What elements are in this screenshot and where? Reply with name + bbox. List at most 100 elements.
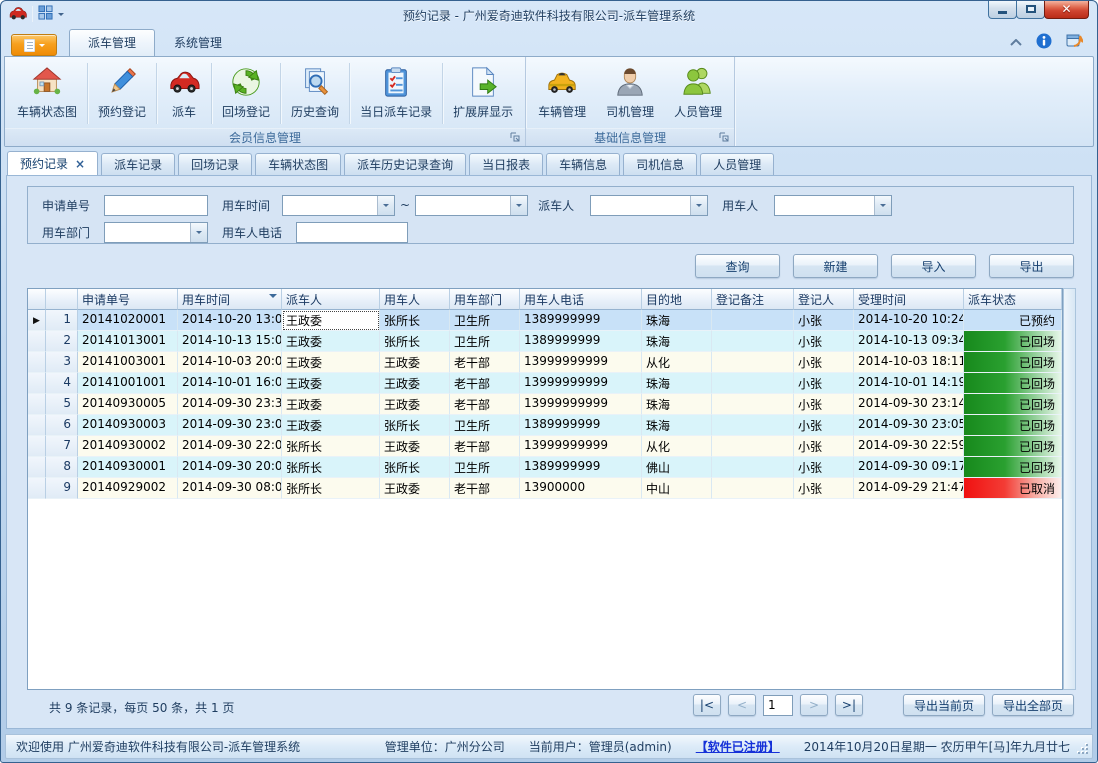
table-cell[interactable]: 小张 xyxy=(794,457,854,478)
table-cell[interactable]: 2014-09-30 20:00 xyxy=(178,457,282,478)
table-cell[interactable] xyxy=(712,310,794,331)
ribbon-button[interactable]: 司机管理 xyxy=(596,59,664,128)
column-header[interactable]: 用车部门 xyxy=(450,289,520,310)
table-cell[interactable]: 珠海 xyxy=(642,373,712,394)
table-cell[interactable]: 小张 xyxy=(794,415,854,436)
table-cell[interactable]: 已取消 xyxy=(964,478,1062,499)
table-row[interactable]: 5201409300052014-09-30 23:30王政委王政委老干部139… xyxy=(28,394,1062,415)
new-button[interactable]: 新建 xyxy=(793,254,878,278)
table-cell[interactable] xyxy=(712,457,794,478)
chevron-down-icon[interactable] xyxy=(377,196,394,215)
table-cell[interactable]: 20140930001 xyxy=(78,457,178,478)
dispatcher-combo[interactable] xyxy=(590,195,708,216)
last-page-button[interactable]: >| xyxy=(835,694,863,716)
column-header[interactable]: 申请单号 xyxy=(78,289,178,310)
table-cell[interactable]: 张所长 xyxy=(380,331,450,352)
table-cell[interactable]: 张所长 xyxy=(282,478,380,499)
export-button[interactable]: 导出 xyxy=(989,254,1074,278)
column-header[interactable]: 派车人 xyxy=(282,289,380,310)
table-cell[interactable]: 已回场 xyxy=(964,352,1062,373)
license-registered-link[interactable]: 【软件已注册】 xyxy=(696,738,780,755)
table-cell[interactable]: 王政委 xyxy=(380,478,450,499)
table-row[interactable]: 2201410130012014-10-13 15:00王政委张所长卫生所138… xyxy=(28,331,1062,352)
table-cell[interactable]: 王政委 xyxy=(282,394,380,415)
table-cell[interactable]: 2014-10-13 09:34 xyxy=(854,331,964,352)
row-selector-cell[interactable] xyxy=(28,331,46,352)
document-tab-1[interactable]: 预约记录× xyxy=(7,151,98,175)
table-cell[interactable]: 2014-10-01 14:19 xyxy=(854,373,964,394)
ribbon-tab-2[interactable]: 系统管理 xyxy=(155,29,241,56)
table-row[interactable]: 9201409290022014-09-30 08:00张所长王政委老干部139… xyxy=(28,478,1062,499)
first-page-button[interactable]: |< xyxy=(693,694,721,716)
table-cell[interactable]: 2014-10-13 15:00 xyxy=(178,331,282,352)
table-cell[interactable]: 小张 xyxy=(794,394,854,415)
chevron-down-icon[interactable] xyxy=(874,196,891,215)
table-cell[interactable]: 王政委 xyxy=(380,394,450,415)
table-cell[interactable]: 张所长 xyxy=(380,310,450,331)
document-tab-6[interactable]: 当日报表 xyxy=(469,153,543,175)
application-menu-button[interactable] xyxy=(11,34,57,56)
table-cell[interactable]: 张所长 xyxy=(380,415,450,436)
ribbon-button[interactable]: 回场登记 xyxy=(212,59,280,128)
table-cell[interactable]: 小张 xyxy=(794,478,854,499)
column-header[interactable]: 目的地 xyxy=(642,289,712,310)
table-cell[interactable]: 小张 xyxy=(794,436,854,457)
column-header[interactable]: 受理时间 xyxy=(854,289,964,310)
table-cell[interactable]: 2014-09-30 23:14 xyxy=(854,394,964,415)
document-tab-3[interactable]: 回场记录 xyxy=(178,153,252,175)
table-cell[interactable]: 从化 xyxy=(642,436,712,457)
department-combo[interactable] xyxy=(104,222,208,243)
table-row[interactable]: 8201409300012014-09-30 20:00张所长张所长卫生所138… xyxy=(28,457,1062,478)
table-cell[interactable]: 佛山 xyxy=(642,457,712,478)
ribbon-button[interactable]: 扩展屏显示 xyxy=(443,59,523,128)
table-cell[interactable]: 2014-10-20 10:24 xyxy=(854,310,964,331)
table-cell[interactable]: 王政委 xyxy=(282,415,380,436)
table-cell[interactable]: 2014-09-30 09:17 xyxy=(854,457,964,478)
table-cell[interactable]: 老干部 xyxy=(450,373,520,394)
column-filter-arrow-icon[interactable] xyxy=(269,294,277,302)
document-tab-2[interactable]: 派车记录 xyxy=(101,153,175,175)
export-current-page-button[interactable]: 导出当前页 xyxy=(903,694,985,716)
table-cell[interactable]: 珠海 xyxy=(642,394,712,415)
table-cell[interactable]: 中山 xyxy=(642,478,712,499)
row-selector-cell[interactable] xyxy=(28,478,46,499)
table-cell[interactable]: 已回场 xyxy=(964,373,1062,394)
table-cell[interactable]: 2014-09-30 23:30 xyxy=(178,394,282,415)
table-cell[interactable]: 13999999999 xyxy=(520,373,642,394)
ribbon-button[interactable]: 车辆管理 xyxy=(528,59,596,128)
table-cell[interactable]: 老干部 xyxy=(450,352,520,373)
table-cell[interactable] xyxy=(712,478,794,499)
table-cell[interactable]: 王政委 xyxy=(282,352,380,373)
document-tab-9[interactable]: 人员管理 xyxy=(700,153,774,175)
info-icon[interactable] xyxy=(1036,33,1052,52)
table-cell[interactable]: 卫生所 xyxy=(450,310,520,331)
table-cell[interactable]: 已回场 xyxy=(964,415,1062,436)
table-cell[interactable]: 张所长 xyxy=(282,457,380,478)
table-cell[interactable]: 20140930005 xyxy=(78,394,178,415)
table-cell[interactable]: 珠海 xyxy=(642,331,712,352)
table-cell[interactable]: 珠海 xyxy=(642,415,712,436)
table-cell[interactable]: 老干部 xyxy=(450,478,520,499)
table-cell[interactable]: 已回场 xyxy=(964,394,1062,415)
vertical-scrollbar[interactable] xyxy=(1063,288,1076,690)
export-all-pages-button[interactable]: 导出全部页 xyxy=(992,694,1074,716)
table-cell[interactable] xyxy=(712,394,794,415)
table-cell[interactable]: 2014-09-30 23:00 xyxy=(178,415,282,436)
table-cell[interactable] xyxy=(712,373,794,394)
table-cell[interactable]: 王政委 xyxy=(380,436,450,457)
ribbon-button[interactable]: 派车 xyxy=(157,59,211,128)
table-cell[interactable]: 小张 xyxy=(794,352,854,373)
chevron-down-icon[interactable] xyxy=(510,196,527,215)
row-selector-cell[interactable] xyxy=(28,457,46,478)
close-button[interactable]: ✕ xyxy=(1044,0,1089,19)
table-cell[interactable]: 2014-09-30 22:00 xyxy=(178,436,282,457)
chevron-down-icon[interactable] xyxy=(190,223,207,242)
table-cell[interactable]: 1389999999 xyxy=(520,457,642,478)
table-cell[interactable]: 20140929002 xyxy=(78,478,178,499)
ribbon-button[interactable]: 车辆状态图 xyxy=(7,59,87,128)
column-header[interactable]: 登记备注 xyxy=(712,289,794,310)
table-row[interactable]: 6201409300032014-09-30 23:00王政委张所长卫生所138… xyxy=(28,415,1062,436)
table-cell[interactable]: 20140930002 xyxy=(78,436,178,457)
table-cell[interactable]: 2014-10-01 16:00 xyxy=(178,373,282,394)
table-cell[interactable] xyxy=(712,331,794,352)
